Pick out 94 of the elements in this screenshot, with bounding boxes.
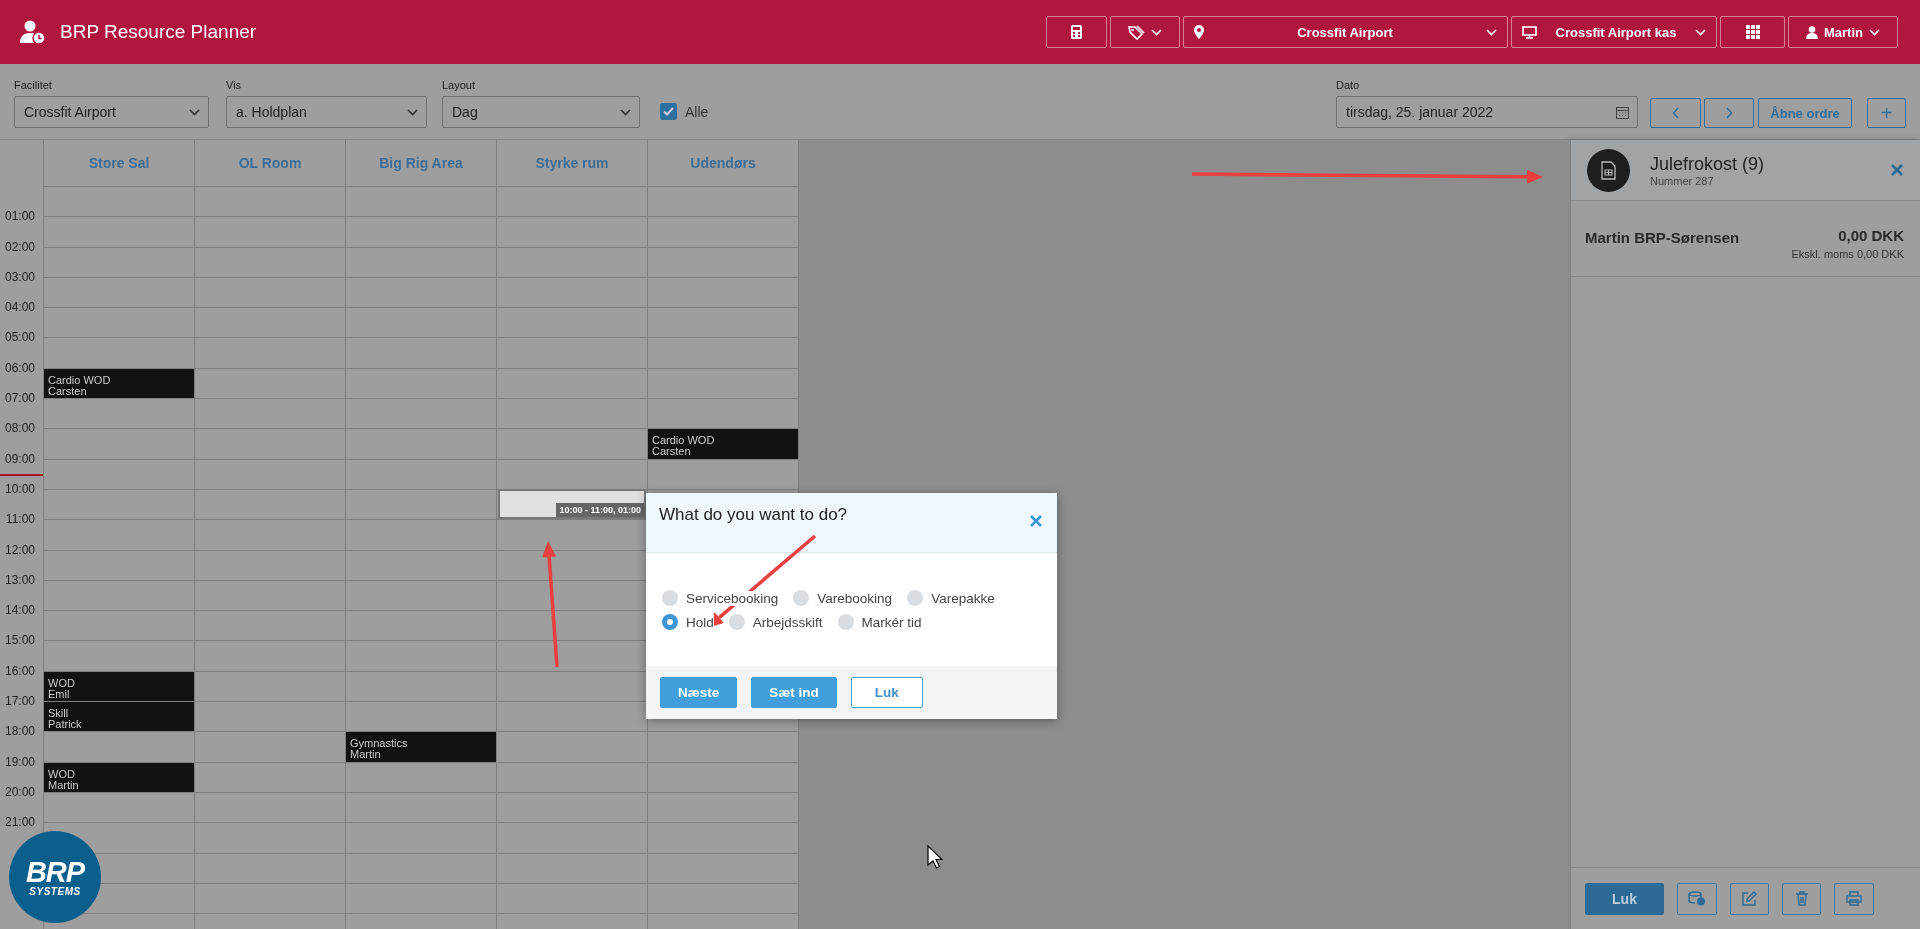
caret-icon: [407, 108, 418, 116]
previous-day-button[interactable]: [1650, 98, 1701, 128]
hour-label: 13:00: [4, 573, 35, 586]
calculator-icon: [1071, 25, 1082, 39]
caret-icon: [1486, 28, 1497, 36]
calendar-event[interactable]: Skill Patrick: [44, 702, 194, 732]
caret-icon: [1151, 28, 1162, 36]
brand-logo: BRP SYSTEMS: [9, 831, 101, 923]
hour-label: 20:00: [4, 785, 35, 798]
printer-icon: [1846, 891, 1862, 906]
user-clock-icon: [20, 19, 46, 45]
line-net-amount: Ekskl. moms 0,00 DKK: [1791, 248, 1904, 260]
dialog-title: What do you want to do?: [659, 505, 848, 526]
grid-icon: [1745, 25, 1760, 39]
field-label: Facilitet: [14, 79, 53, 91]
hour-label: 12:00: [4, 543, 35, 556]
calendar-event[interactable]: Cardio WOD Carsten: [44, 368, 194, 399]
radio-button[interactable]: [662, 614, 678, 630]
date-field[interactable]: tirsdag, 25. januar 2022: [1336, 96, 1638, 128]
caret-icon: [1869, 28, 1880, 36]
radio-button[interactable]: [662, 590, 678, 606]
delete-button[interactable]: [1782, 882, 1821, 915]
layout-select[interactable]: Dag: [442, 96, 640, 128]
location-select[interactable]: Crossfit Airport: [1183, 16, 1508, 48]
hour-label: 01:00: [4, 210, 35, 223]
chevron-right-icon: [1725, 107, 1733, 119]
tags-icon: [1128, 24, 1145, 40]
edit-icon: [1742, 891, 1757, 906]
radio-button[interactable]: [728, 614, 745, 630]
calendar-event[interactable]: Gymnastics Martin: [346, 732, 496, 762]
radio-button[interactable]: [907, 590, 924, 606]
hour-label: 19:00: [4, 755, 35, 768]
hour-label: 14:00: [4, 604, 35, 617]
close-icon[interactable]: [1890, 163, 1904, 177]
document-icon: [1601, 160, 1616, 180]
edit-button[interactable]: [1730, 882, 1769, 915]
line-total: 0,00 DKK: [1838, 227, 1904, 244]
payment-button[interactable]: [1677, 882, 1717, 915]
hour-label: 07:00: [4, 392, 35, 405]
order-title: Julefrokost (9): [1650, 153, 1766, 175]
hour-label: 16:00: [4, 664, 35, 677]
hour-label: 10:00: [4, 482, 35, 495]
next-day-button[interactable]: [1704, 98, 1754, 128]
hour-label: 21:00: [4, 816, 35, 829]
radio-button[interactable]: [837, 614, 854, 630]
apps-grid-button[interactable]: [1720, 16, 1785, 48]
caret-icon: [620, 108, 631, 116]
hour-label: 11:00: [5, 513, 35, 526]
close-button[interactable]: Luk: [1585, 882, 1664, 915]
view-select[interactable]: a. Holdplan: [226, 96, 427, 128]
calculator-button[interactable]: [1046, 16, 1107, 48]
hour-label: 06:00: [4, 361, 35, 374]
order-number: Nummer 287: [1650, 174, 1715, 187]
map-pin-icon: [1194, 25, 1204, 39]
field-label: Layout: [442, 79, 477, 91]
app-title: BRP Resource Planner: [60, 21, 257, 43]
hour-label: 03:00: [4, 270, 35, 283]
mouse-cursor-icon: [927, 845, 943, 870]
hour-label: 17:00: [4, 695, 35, 708]
dialog-button[interactable]: Luk: [850, 677, 923, 708]
caret-icon: [1695, 28, 1706, 36]
calendar-event[interactable]: Cardio WOD Carsten: [648, 429, 798, 459]
radio-button[interactable]: [793, 590, 810, 606]
checkbox[interactable]: [660, 103, 677, 120]
customer-name: Martin BRP-Sørensen: [1585, 229, 1740, 248]
monitor-icon: [1522, 25, 1537, 39]
hour-label: 08:00: [4, 422, 35, 435]
checkbox-label: Alle: [685, 103, 709, 120]
register-select[interactable]: Crossfit Airport kas: [1511, 16, 1717, 48]
close-icon: [1029, 513, 1043, 528]
field-label: Vis: [226, 79, 243, 91]
hour-label: 02:00: [4, 240, 35, 253]
time-selection[interactable]: 10:00 - 11:00, 01:00: [498, 488, 646, 520]
print-button[interactable]: [1834, 882, 1874, 915]
current-time-line: [0, 473, 43, 476]
user-menu-button[interactable]: Martin: [1788, 16, 1898, 48]
chevron-left-icon: [1671, 107, 1680, 119]
selection-time-label: 10:00 - 11:00, 01:00: [556, 503, 644, 518]
hour-label: 05:00: [4, 331, 35, 344]
coins-icon: [1688, 891, 1706, 906]
hour-label: 04:00: [4, 301, 35, 314]
hour-label: 18:00: [4, 725, 35, 738]
field-label: Dato: [1336, 79, 1361, 91]
hour-label: 09:00: [4, 452, 35, 465]
facility-select[interactable]: Crossfit Airport: [14, 96, 209, 128]
calendar-icon: [1616, 105, 1629, 119]
tags-menu-button[interactable]: [1110, 16, 1180, 48]
calendar-event[interactable]: WOD Martin: [44, 762, 194, 792]
hour-label: 15:00: [4, 634, 35, 647]
user-icon: [1806, 25, 1818, 39]
trash-icon: [1795, 891, 1808, 906]
calendar-event[interactable]: WOD Emil: [44, 671, 194, 702]
check-icon: [663, 107, 674, 116]
caret-icon: [189, 108, 200, 116]
